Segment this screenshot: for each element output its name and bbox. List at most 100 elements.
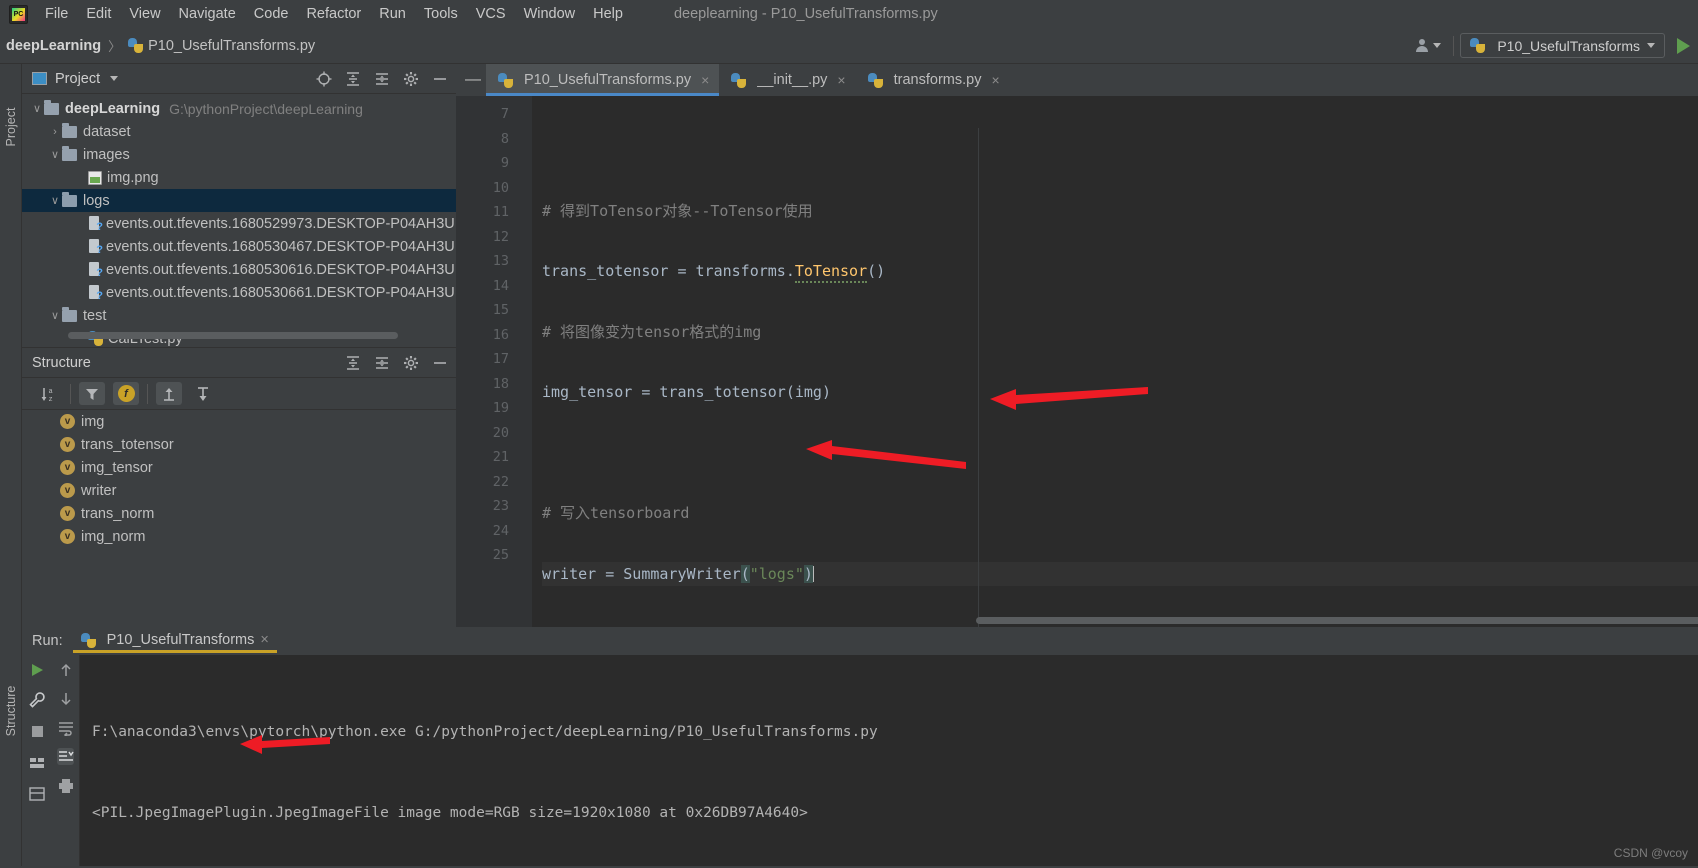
close-icon[interactable]: × <box>837 72 845 88</box>
editor-tab-init[interactable]: __init__.py × <box>719 64 855 96</box>
project-horizontal-scrollbar[interactable] <box>68 332 398 339</box>
minimize-icon[interactable] <box>432 71 448 87</box>
sort-alphabetically-icon[interactable]: a z <box>36 382 62 405</box>
editor-tab-p10[interactable]: P10_UsefulTransforms.py × <box>486 64 720 96</box>
structure-item-img-norm[interactable]: v img_norm <box>22 525 456 548</box>
collapse-all-icon[interactable] <box>374 71 390 87</box>
close-icon[interactable]: × <box>991 72 999 88</box>
tree-node-label: events.out.tfevents.1680529973.DESKTOP-P… <box>106 215 455 232</box>
menu-run[interactable]: Run <box>370 3 415 25</box>
tree-node-logs[interactable]: ∨ logs <box>22 189 456 212</box>
tree-node-label: events.out.tfevents.1680530661.DESKTOP-P… <box>106 284 455 301</box>
scroll-up-icon[interactable] <box>57 661 74 678</box>
menu-vcs[interactable]: VCS <box>467 3 515 25</box>
gear-icon[interactable] <box>403 71 419 87</box>
structure-list[interactable]: v img v trans_totensor v img_tensor v wr… <box>22 410 456 548</box>
tree-node-label: images <box>83 146 130 163</box>
menu-view[interactable]: View <box>120 3 169 25</box>
minimize-icon[interactable] <box>432 355 448 371</box>
filter-icon[interactable] <box>79 382 105 405</box>
run-configuration-selector[interactable]: P10_UsefulTransforms <box>1460 33 1665 58</box>
scroll-to-source-icon[interactable] <box>190 382 216 405</box>
line-number: 12 <box>492 228 509 245</box>
run-tab-label: P10_UsefulTransforms <box>106 632 255 648</box>
locate-icon[interactable] <box>316 71 332 87</box>
line-number: 13 <box>492 253 509 269</box>
run-button[interactable] <box>1677 37 1690 54</box>
scroll-down-icon[interactable] <box>57 690 74 707</box>
tree-node-label: logs <box>83 192 110 209</box>
run-tab[interactable]: P10_UsefulTransforms × <box>72 629 278 653</box>
collapse-all-icon[interactable] <box>374 355 390 371</box>
menu-tools[interactable]: Tools <box>415 3 467 25</box>
line-number: 16 <box>492 326 509 343</box>
rerun-icon[interactable] <box>29 661 46 678</box>
tree-node-deepLearning[interactable]: ∨ deepLearning G:\pythonProject\deepLear… <box>22 97 456 120</box>
menu-help[interactable]: Help <box>584 3 632 25</box>
chevron-down-icon[interactable]: ∨ <box>30 102 44 115</box>
tool-window-button-project[interactable]: Project <box>4 95 18 159</box>
editor-tab-label: transforms.py <box>893 72 982 88</box>
hide-tabs-button[interactable]: — <box>460 64 486 96</box>
tree-node-test[interactable]: ∨ test <box>22 304 456 327</box>
scroll-from-source-icon[interactable] <box>156 382 182 405</box>
menu-file[interactable]: File <box>36 3 77 25</box>
tool-window-button-structure[interactable]: Structure <box>4 673 18 749</box>
chevron-right-icon[interactable]: › <box>48 126 62 138</box>
menu-edit[interactable]: Edit <box>77 3 120 25</box>
line-number: 19 <box>492 400 509 416</box>
editor-tab-transforms[interactable]: transforms.py × <box>856 64 1010 96</box>
editor-horizontal-scrollbar[interactable] <box>976 617 1698 624</box>
structure-item-trans-norm[interactable]: v trans_norm <box>22 502 456 525</box>
line-number: 9 <box>500 155 509 171</box>
code-folding-stripe[interactable] <box>518 96 532 627</box>
tree-node-tfevents-1[interactable]: events.out.tfevents.1680529973.DESKTOP-P… <box>22 212 456 235</box>
menu-code[interactable]: Code <box>245 3 298 25</box>
tree-node-dataset[interactable]: › dataset <box>22 120 456 143</box>
expand-all-icon[interactable] <box>345 71 361 87</box>
structure-item-img-tensor[interactable]: v img_tensor <box>22 456 456 479</box>
chevron-down-icon[interactable]: ∨ <box>48 194 62 207</box>
project-tree[interactable]: ∨ deepLearning G:\pythonProject\deepLear… <box>22 94 456 350</box>
soft-wrap-icon[interactable] <box>57 719 74 736</box>
wrench-icon[interactable] <box>28 692 46 709</box>
close-icon[interactable]: × <box>260 632 268 648</box>
menu-window[interactable]: Window <box>515 3 585 25</box>
menu-refactor[interactable]: Refactor <box>297 3 370 25</box>
run-toolbar-secondary <box>52 655 80 868</box>
structure-item-writer[interactable]: v writer <box>22 479 456 502</box>
tree-node-tfevents-2[interactable]: events.out.tfevents.1680530467.DESKTOP-P… <box>22 235 456 258</box>
tree-node-img-png[interactable]: img.png <box>22 166 456 189</box>
menu-bar: File Edit View Navigate Code Refactor Ru… <box>0 0 1698 28</box>
menu-navigate[interactable]: Navigate <box>170 3 245 25</box>
console-output[interactable]: F:\anaconda3\envs\pytorch\python.exe G:/… <box>80 655 1698 868</box>
print-icon[interactable] <box>57 777 74 794</box>
stop-icon[interactable] <box>29 723 46 740</box>
breadcrumb-project[interactable]: deepLearning <box>6 38 101 54</box>
structure-item-img[interactable]: v img <box>22 410 456 433</box>
scroll-to-end-icon[interactable] <box>57 748 74 765</box>
show-fields-icon[interactable]: f <box>113 382 139 405</box>
close-icon[interactable]: × <box>701 72 709 88</box>
code-line-8: # 得到ToTensor对象--ToTensor使用 <box>542 199 1698 224</box>
variable-icon: v <box>60 483 75 498</box>
expand-all-icon[interactable] <box>345 355 361 371</box>
person-dropdown[interactable] <box>1409 36 1447 56</box>
structure-panel-header: Structure <box>22 348 456 378</box>
code-text[interactable]: # 得到ToTensor对象--ToTensor使用 trans_totenso… <box>532 96 1698 627</box>
chevron-down-icon[interactable]: ∨ <box>48 309 62 322</box>
code-editor[interactable]: 7 8 9 10 11 12 13 14 15 16 17 18 19 20 2… <box>456 96 1698 659</box>
gear-icon[interactable] <box>403 355 419 371</box>
tree-node-tfevents-3[interactable]: events.out.tfevents.1680530616.DESKTOP-P… <box>22 258 456 281</box>
chevron-down-icon[interactable]: ∨ <box>48 148 62 161</box>
breadcrumb-file[interactable]: P10_UsefulTransforms.py <box>148 38 315 54</box>
layout-icon[interactable] <box>29 785 46 802</box>
tree-node-tfevents-4[interactable]: events.out.tfevents.1680530661.DESKTOP-P… <box>22 281 456 304</box>
pycharm-window: File Edit View Navigate Code Refactor Ru… <box>0 0 1698 868</box>
unknown-file-icon <box>88 262 103 279</box>
chevron-down-icon[interactable] <box>110 76 119 81</box>
tree-node-images[interactable]: ∨ images <box>22 143 456 166</box>
structure-item-trans-totensor[interactable]: v trans_totensor <box>22 433 456 456</box>
grid-icon[interactable] <box>29 754 46 771</box>
run-panel-header: Run: P10_UsefulTransforms × <box>22 627 1698 655</box>
